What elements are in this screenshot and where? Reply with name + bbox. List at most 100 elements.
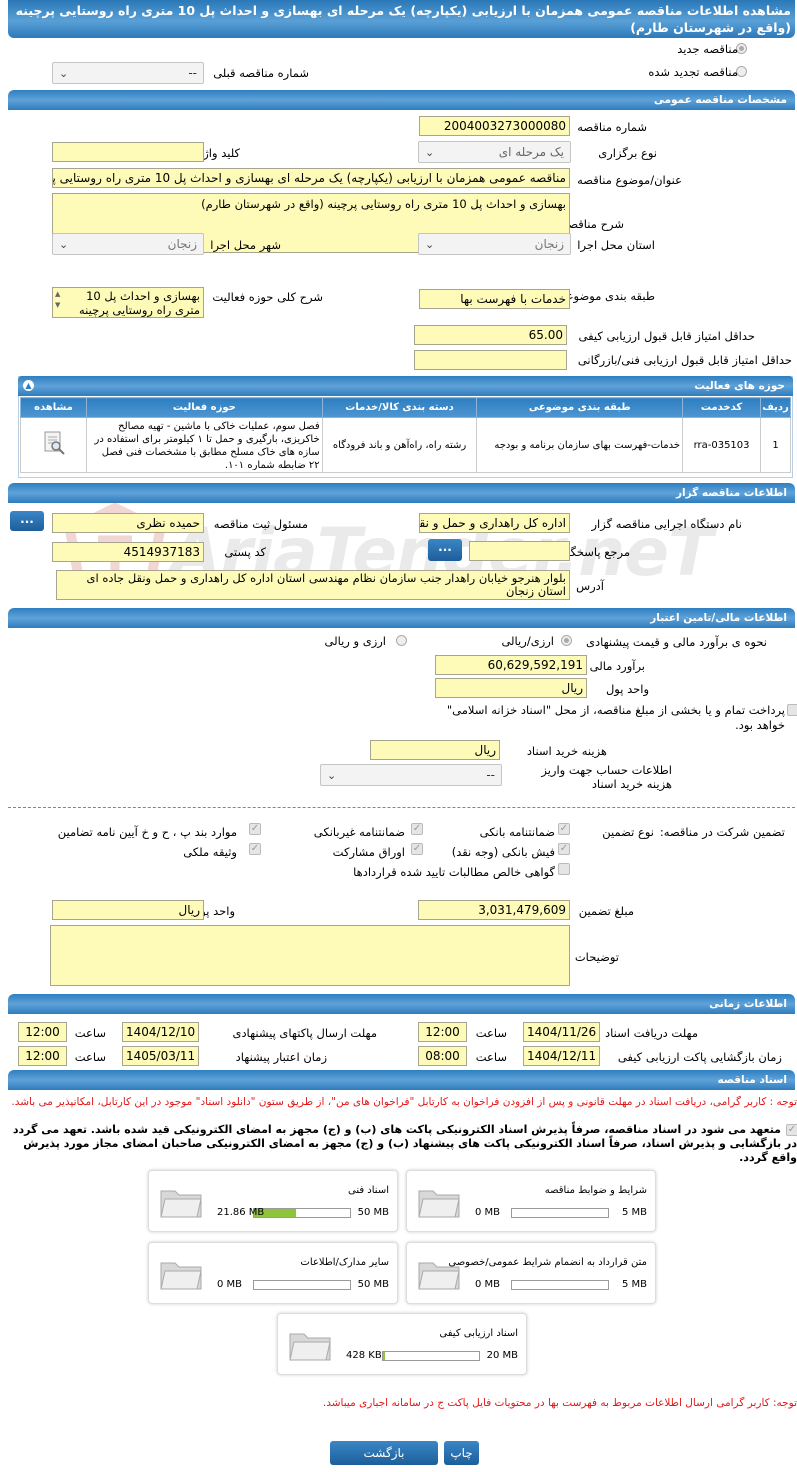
- category-field[interactable]: خدمات با فهرست بها: [419, 289, 570, 309]
- chevron-down-icon: ⌄: [59, 238, 69, 251]
- doc-card-progress: [511, 1280, 609, 1290]
- doc-cost-field[interactable]: ریال: [370, 740, 500, 760]
- min-tech-field[interactable]: [414, 350, 567, 370]
- valid-time-field[interactable]: 12:00: [18, 1046, 67, 1066]
- send-date-field[interactable]: 1404/12/10: [122, 1022, 199, 1042]
- checkbox-property[interactable]: ✓: [249, 843, 261, 855]
- receive-date-field[interactable]: 1404/11/26: [523, 1022, 600, 1042]
- doc-card-technical[interactable]: اسناد فنی 50 MB 21.86 MB: [148, 1170, 398, 1232]
- open-date-field[interactable]: 1404/12/11: [523, 1046, 600, 1066]
- org-more-button[interactable]: ...: [10, 511, 44, 531]
- min-quality-field[interactable]: 65.00: [414, 325, 567, 345]
- checkbox-bank-guarantee[interactable]: ✓: [558, 823, 570, 835]
- doc-card-progress: [511, 1208, 609, 1218]
- bonds-label: اوراق مشارکت: [332, 845, 405, 859]
- doc-card-conditions[interactable]: شرایط و ضوابط مناقصه 5 MB 0 MB: [406, 1170, 656, 1232]
- open-time-field[interactable]: 08:00: [418, 1046, 467, 1066]
- valid-date-field[interactable]: 1405/03/11: [122, 1046, 199, 1066]
- category-label: طبقه بندی موضوعی: [557, 289, 655, 303]
- documents-section-header: اسناد مناقصه: [8, 1070, 795, 1090]
- row-index: 1: [760, 417, 791, 473]
- address-label: آدرس: [576, 579, 604, 593]
- doc-card-max: 50 MB: [357, 1279, 389, 1290]
- type-select[interactable]: یک مرحله ای ⌄: [418, 141, 571, 163]
- province-select[interactable]: زنجان ⌄: [418, 233, 571, 255]
- guarantee-amount-field[interactable]: 3,031,479,609: [418, 900, 570, 920]
- estimate-field[interactable]: 60,629,592,191: [435, 655, 587, 675]
- city-label: شهر محل اجرا: [210, 238, 281, 252]
- org-field[interactable]: اداره کل راهداری و حمل و نقل: [419, 513, 570, 533]
- row-field-text: فصل سوم، عملیات خاکی با ماشین - تهیه مصا…: [94, 421, 320, 470]
- radio-both-label: ارزی و ریالی: [324, 634, 386, 648]
- checkbox-bonds[interactable]: ✓: [411, 843, 423, 855]
- checkbox-cash-receipt[interactable]: ✓: [558, 843, 570, 855]
- activity-table: ردیف کدخدمت طبقه بندی موضوعی دسته بندی ک…: [20, 397, 791, 473]
- currency-field[interactable]: ریال: [435, 678, 587, 698]
- scope-field[interactable]: بهسازی و احداث پل 10 متری راه روستایی پر…: [52, 287, 204, 318]
- view-document-icon[interactable]: [41, 430, 67, 456]
- print-button[interactable]: چاپ: [444, 1441, 479, 1465]
- collapse-icon[interactable]: ▲: [23, 380, 34, 391]
- checkbox-clause-items[interactable]: ✓: [249, 823, 261, 835]
- min-tech-label: حداقل امتیاز قابل قبول ارزیابی فنی/بازرگ…: [577, 353, 792, 367]
- valid-time-label: ساعت: [74, 1050, 106, 1064]
- radio-rial-label: ارزی/ریالی: [501, 634, 554, 648]
- chevron-down-icon: ⌄: [327, 769, 337, 782]
- subject-field[interactable]: مناقصه عمومی همزمان با ارزیابی (یکپارچه)…: [52, 168, 570, 188]
- method-label: نحوه ی برآورد مالی و قیمت پیشنهادی: [585, 635, 767, 649]
- type-label: نوع برگزاری: [598, 146, 657, 160]
- treasury-text: پرداخت تمام و یا بخشی از مبلغ مناقصه، از…: [446, 703, 785, 732]
- doc-card-current: 428 KB: [346, 1350, 382, 1361]
- back-button[interactable]: بازگشت: [330, 1441, 438, 1465]
- doc-card-other[interactable]: سایر مدارک/اطلاعات 50 MB 0 MB: [148, 1242, 398, 1304]
- send-time-field[interactable]: 12:00: [18, 1022, 67, 1042]
- prev-tender-no-label: شماره مناقصه قبلی: [213, 66, 309, 80]
- receive-label: مهلت دریافت اسناد: [605, 1026, 698, 1040]
- checkbox-receivables[interactable]: [558, 863, 570, 875]
- province-label: استان محل اجرا: [577, 238, 655, 252]
- radio-rial[interactable]: [561, 635, 572, 646]
- doc-card-contract[interactable]: متن قرارداد به انضمام شرایط عمومی/خصوصی …: [406, 1242, 656, 1304]
- bank-guarantee-label: ضمانتنامه بانکی: [479, 825, 555, 839]
- divider: [8, 807, 795, 808]
- doc-card-title: اسناد ارزیابی کیفی: [439, 1328, 518, 1339]
- folder-icon: [160, 1262, 202, 1290]
- account-select[interactable]: -- ⌄: [320, 764, 502, 786]
- clause-items-label: موارد بند پ ، ح و خ آیین نامه تضامین: [57, 825, 237, 839]
- guarantee-amount-label: مبلغ تضمین: [578, 904, 634, 918]
- guarantee-unit-field[interactable]: ریال: [52, 900, 204, 920]
- org-label: نام دستگاه اجرایی مناقصه گزار: [591, 517, 742, 531]
- receive-time-field[interactable]: 12:00: [418, 1022, 467, 1042]
- radio-both[interactable]: [396, 635, 407, 646]
- keyword-field[interactable]: [52, 142, 204, 162]
- city-select[interactable]: زنجان ⌄: [52, 233, 204, 255]
- col-view: مشاهده: [20, 397, 87, 418]
- row-field: فصل سوم، عملیات خاکی با ماشین - تهیه مصا…: [86, 417, 323, 473]
- folder-icon: [160, 1190, 202, 1218]
- general-section-header: مشخصات مناقصه عمومی: [8, 90, 795, 110]
- address-field[interactable]: بلوار هنرجو خیابان راهدار جنب سازمان نظا…: [56, 570, 570, 600]
- notes-field[interactable]: [50, 925, 570, 986]
- tender-no-field[interactable]: 2004003273000080: [419, 116, 570, 136]
- ref-more-button[interactable]: ...: [428, 539, 462, 561]
- type-value: یک مرحله ای: [498, 145, 564, 159]
- doc-card-title: متن قرارداد به انضمام شرایط عمومی/خصوصی: [448, 1257, 647, 1268]
- owner-field[interactable]: حمیده نظری: [52, 513, 204, 533]
- chevron-down-icon: ⌄: [59, 67, 69, 80]
- scroll-arrows-icon[interactable]: ▲ ▼: [55, 289, 60, 311]
- prev-tender-no-select[interactable]: -- ⌄: [52, 62, 204, 84]
- activity-section-header: حوزه های فعالیت ▲: [18, 376, 793, 396]
- estimate-label: برآورد مالی: [589, 659, 645, 673]
- cash-receipt-label: فیش بانکی (وجه نقد): [451, 845, 555, 859]
- receive-time-label: ساعت: [475, 1026, 507, 1040]
- scope-label: شرح کلی حوزه فعالیت: [212, 290, 323, 304]
- chevron-down-icon: ⌄: [425, 238, 435, 251]
- treasury-checkbox[interactable]: [787, 704, 797, 716]
- page-title: مشاهده اطلاعات مناقصه عمومی همزمان با ار…: [8, 0, 795, 38]
- open-label: زمان بازگشایی پاکت ارزیابی کیفی: [617, 1050, 782, 1064]
- ref-field[interactable]: [469, 541, 570, 561]
- checkbox-nonbank-guarantee[interactable]: ✓: [411, 823, 423, 835]
- doc-card-quality[interactable]: اسناد ارزیابی کیفی 20 MB 428 KB: [277, 1313, 527, 1375]
- doc-card-max: 5 MB: [621, 1207, 647, 1218]
- postal-field[interactable]: 4514937183: [52, 542, 204, 562]
